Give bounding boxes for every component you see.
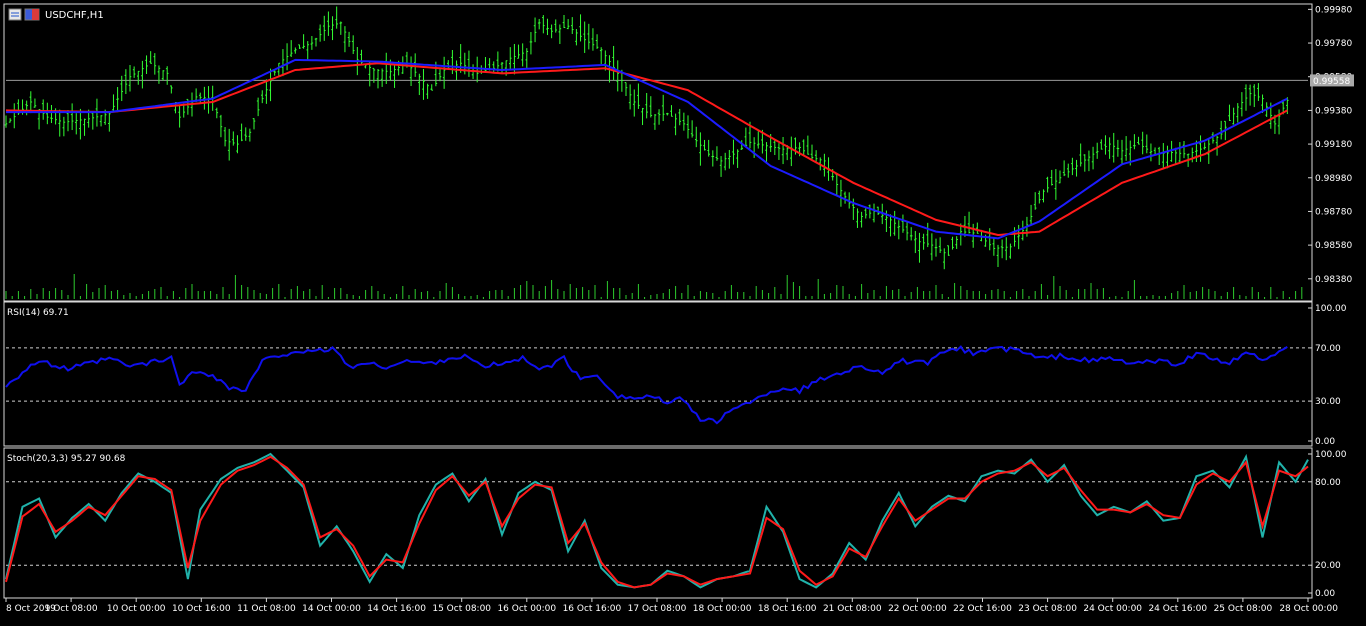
rsi-axis-label: 70.00 [1315,344,1341,354]
time-axis-label: 23 Oct 08:00 [1018,604,1077,614]
time-axis-label: 22 Oct 16:00 [953,604,1012,614]
symbol-title: USDCHF,H1 [45,10,104,21]
time-axis-label: 25 Oct 08:00 [1214,604,1273,614]
trading-chart-window[interactable]: 0.999800.997800.995800.993800.991800.989… [0,0,1366,622]
stoch-title: Stoch(20,3,3) 95.27 90.68 [7,454,126,464]
time-axis-label: 16 Oct 00:00 [497,604,556,614]
time-axis-label: 11 Oct 08:00 [237,604,296,614]
rsi-axis-label: 0.00 [1315,437,1335,447]
rsi-line [5,345,1288,425]
ma-fast-line [6,58,1288,240]
time-axis-label: 18 Oct 00:00 [693,604,752,614]
window-header: USDCHF,H1 [8,8,104,21]
time-axis-label: 10 Oct 00:00 [107,604,166,614]
stoch-axis-label: 80.00 [1315,478,1341,488]
time-axis-label: 10 Oct 16:00 [172,604,231,614]
time-axis-label: 21 Oct 08:00 [823,604,882,614]
price-panel[interactable] [4,6,1308,299]
current-price-label: 0.99558 [1313,77,1350,87]
time-axis-label: 15 Oct 08:00 [432,604,491,614]
ma-slow-line [5,62,1288,237]
price-axis-label: 0.99780 [1315,39,1352,49]
rsi-panel-frame [3,301,1313,447]
time-axis-label: 16 Oct 16:00 [563,604,622,614]
price-axis-label: 0.98980 [1315,174,1352,184]
rsi-panel[interactable] [5,345,1308,425]
time-axis-label: 22 Oct 00:00 [888,604,947,614]
stoch-axis-label: 20.00 [1315,561,1341,571]
time-axis-label: 14 Oct 00:00 [302,604,361,614]
price-axis-label: 0.98380 [1315,275,1352,285]
rsi-axis-label: 30.00 [1315,397,1341,407]
time-axis-label: 14 Oct 16:00 [367,604,426,614]
chart-canvas[interactable]: 0.999800.997800.995800.993800.991800.989… [0,0,1366,622]
chart-window-icon[interactable] [8,8,22,21]
price-axis-label: 0.98580 [1315,241,1352,251]
time-axis-label: 9 Oct 08:00 [45,604,98,614]
rsi-axis-label: 100.00 [1315,304,1347,314]
time-axis-label: 17 Oct 08:00 [628,604,687,614]
time-axis-label: 24 Oct 00:00 [1083,604,1142,614]
time-axis-label: 24 Oct 16:00 [1148,604,1207,614]
price-axis-label: 0.98780 [1315,207,1352,217]
price-panel-frame [3,3,1313,302]
price-axis-label: 0.99180 [1315,140,1352,150]
price-axis-label: 0.99380 [1315,106,1352,116]
stoch-axis-label: 100.00 [1315,450,1347,460]
time-axis-label: 18 Oct 16:00 [758,604,817,614]
stoch-signal-line [5,455,1309,589]
time-axis-label: 28 Oct 00:00 [1279,604,1338,614]
stoch-axis-label: 0.00 [1315,589,1335,599]
stoch-panel[interactable] [5,452,1309,589]
price-axis-label: 0.99980 [1315,5,1352,15]
rsi-title: RSI(14) 69.71 [7,308,69,318]
